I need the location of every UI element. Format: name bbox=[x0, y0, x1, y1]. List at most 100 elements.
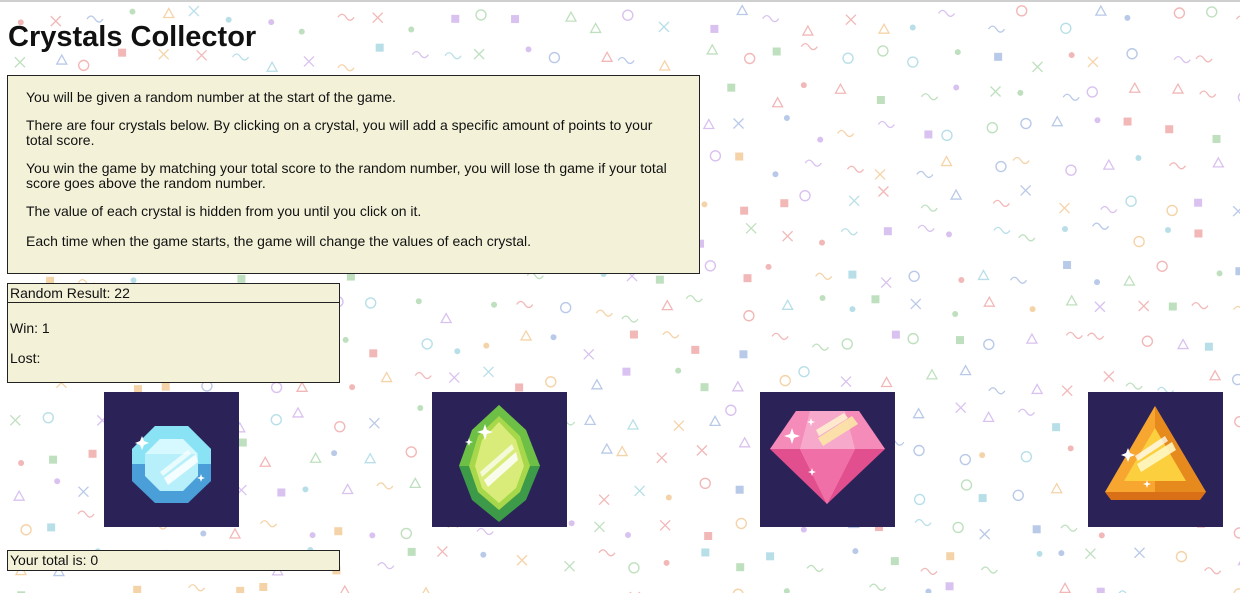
confetti-shape bbox=[925, 368, 939, 380]
confetti-shape bbox=[735, 152, 744, 161]
confetti-shape bbox=[1173, 55, 1191, 64]
confetti-shape bbox=[1123, 274, 1136, 286]
confetti-shape bbox=[440, 312, 453, 324]
confetti-shape bbox=[1094, 117, 1101, 124]
confetti-shape bbox=[869, 583, 887, 591]
total-value: 0 bbox=[90, 552, 99, 568]
confetti-shape bbox=[1031, 383, 1044, 395]
confetti-shape bbox=[342, 336, 349, 343]
confetti-shape bbox=[876, 95, 885, 104]
confetti-shape bbox=[13, 489, 26, 501]
confetti-shape bbox=[1032, 525, 1041, 534]
confetti-shape bbox=[476, 527, 494, 536]
confetti-shape bbox=[925, 588, 932, 593]
confetti-shape bbox=[848, 270, 857, 279]
confetti-shape bbox=[133, 585, 142, 593]
confetti-shape bbox=[696, 444, 708, 456]
confetti-shape bbox=[995, 160, 1007, 173]
confetti-shape bbox=[1168, 162, 1187, 170]
confetti-shape bbox=[772, 47, 781, 56]
confetti-shape bbox=[779, 374, 791, 387]
confetti-shape bbox=[1156, 260, 1168, 272]
confetti-shape bbox=[1234, 415, 1240, 428]
confetti-shape bbox=[771, 332, 789, 340]
confetti-shape bbox=[806, 564, 824, 573]
confetti-shape bbox=[658, 59, 671, 71]
confetti-shape bbox=[1231, 373, 1240, 386]
confetti-shape bbox=[800, 42, 818, 51]
confetti-shape bbox=[1063, 260, 1072, 269]
pink-crystal-button[interactable] bbox=[760, 392, 895, 527]
wins-value: 1 bbox=[41, 320, 50, 336]
confetti-shape bbox=[47, 523, 56, 532]
confetti-shape bbox=[270, 414, 282, 426]
confetti-shape bbox=[1235, 267, 1240, 276]
confetti-shape bbox=[913, 493, 926, 506]
confetti-shape bbox=[920, 567, 938, 575]
confetti-shape bbox=[658, 21, 670, 33]
confetti-shape bbox=[259, 455, 272, 467]
confetti-shape bbox=[837, 129, 855, 138]
confetti-shape bbox=[1123, 117, 1132, 126]
confetti-shape bbox=[372, 12, 384, 24]
total-score-box: Your total is: 0 bbox=[7, 550, 340, 571]
confetti-shape bbox=[924, 130, 933, 139]
blue-crystal-button[interactable] bbox=[104, 392, 239, 527]
confetti-shape bbox=[1059, 202, 1070, 214]
confetti-shape bbox=[377, 562, 395, 570]
confetti-shape bbox=[804, 159, 822, 167]
random-result-value: 22 bbox=[114, 285, 130, 301]
confetti-shape bbox=[616, 445, 629, 457]
confetti-shape bbox=[376, 482, 394, 490]
confetti-shape bbox=[992, 199, 1010, 208]
confetti-shape bbox=[1128, 81, 1141, 93]
confetti-shape bbox=[979, 452, 986, 459]
confetti-shape bbox=[907, 332, 919, 345]
confetti-shape bbox=[1232, 205, 1240, 217]
confetti-shape bbox=[545, 376, 557, 388]
confetti-shape bbox=[1194, 229, 1203, 238]
confetti-shape bbox=[955, 336, 964, 345]
confetti-shape bbox=[1096, 587, 1105, 593]
confetti-shape bbox=[675, 367, 682, 374]
orange-crystal-button[interactable] bbox=[1088, 392, 1223, 527]
confetti-shape bbox=[982, 411, 995, 422]
confetti-shape bbox=[842, 52, 854, 64]
random-result-box: Random Result: 22 bbox=[7, 283, 340, 303]
confetti-shape bbox=[77, 510, 95, 518]
confetti-shape bbox=[663, 559, 670, 566]
confetti-shape bbox=[411, 50, 429, 59]
confetti-shape bbox=[937, 9, 956, 18]
confetti-shape bbox=[1050, 482, 1063, 494]
confetti-shape bbox=[990, 86, 1001, 97]
confetti-shape bbox=[421, 338, 433, 350]
confetti-shape bbox=[780, 199, 789, 208]
confetti-shape bbox=[295, 380, 309, 392]
confetti-shape bbox=[564, 560, 576, 572]
confetti-shape bbox=[228, 527, 242, 539]
confetti-shape bbox=[848, 195, 860, 207]
confetti-shape bbox=[819, 295, 826, 302]
confetti-shape bbox=[1173, 7, 1186, 19]
confetti-shape bbox=[921, 93, 939, 101]
confetti-shape bbox=[765, 263, 772, 270]
confetti-shape bbox=[1018, 234, 1036, 242]
confetti-shape bbox=[622, 367, 631, 376]
confetti-shape bbox=[800, 82, 807, 89]
instructions-panel: You will be given a random number at the… bbox=[7, 75, 700, 274]
instruction-4: The value of each crystal is hidden from… bbox=[26, 203, 422, 219]
confetti-shape bbox=[368, 417, 380, 429]
confetti-shape bbox=[1100, 205, 1118, 214]
confetti-shape bbox=[259, 583, 268, 592]
confetti-shape bbox=[340, 584, 350, 593]
confetti-shape bbox=[959, 364, 972, 376]
confetti-shape bbox=[849, 306, 856, 313]
confetti-shape bbox=[699, 477, 711, 490]
confetti-shape bbox=[594, 521, 605, 533]
green-crystal-button[interactable] bbox=[432, 392, 567, 527]
confetti-shape bbox=[1138, 300, 1150, 312]
confetti-shape bbox=[988, 387, 1006, 395]
confetti-shape bbox=[625, 531, 632, 538]
confetti-shape bbox=[960, 479, 973, 491]
confetti-shape bbox=[738, 436, 751, 448]
